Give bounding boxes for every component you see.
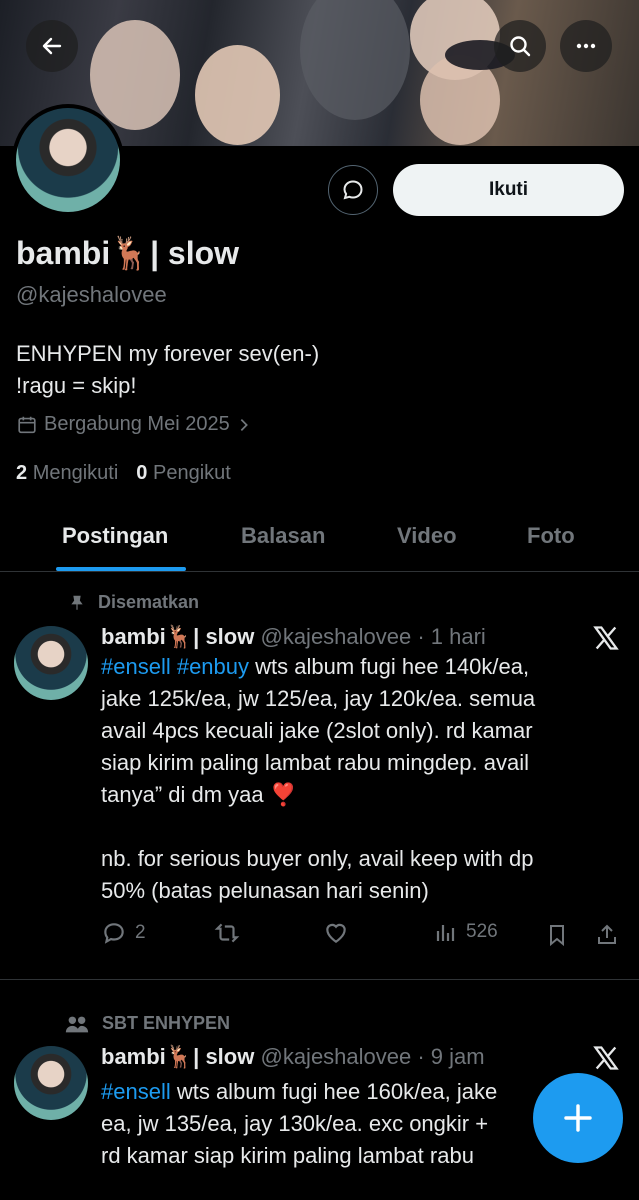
arrow-left-icon	[42, 37, 62, 55]
bio-line: !ragu = skip!	[16, 373, 137, 398]
follow-button[interactable]: Ikuti	[393, 164, 624, 216]
profile-tabs: Postingan Balasan Video Foto	[0, 505, 639, 572]
share-icon[interactable]	[595, 922, 619, 948]
tab-video[interactable]: Video	[397, 523, 457, 549]
more-dots-icon	[576, 43, 596, 49]
post-text: #ensell #enbuy wts album fugi hee 140k/e…	[101, 654, 536, 903]
post-header: bambi🦌| slow @kajeshalovee · 9 jam	[101, 1044, 485, 1070]
more-button[interactable]	[560, 20, 612, 72]
follow-counts: 2 Mengikuti 0 Pengikut	[16, 462, 231, 485]
active-tab-indicator	[56, 567, 186, 571]
context-label: Disematkan	[98, 592, 200, 612]
post-header: bambi🦌| slow @kajeshalovee · 1 hari	[101, 624, 486, 650]
plus-icon	[564, 1104, 592, 1132]
compose-button[interactable]	[533, 1073, 623, 1163]
post-avatar[interactable]	[14, 626, 88, 700]
post-handle-time: @kajeshalovee · 9 jam	[260, 1044, 485, 1069]
search-icon	[510, 36, 531, 57]
x-logo-icon[interactable]	[592, 1044, 620, 1072]
tab-replies[interactable]: Balasan	[241, 523, 325, 549]
joined-label: Bergabung Mei 2025	[44, 413, 230, 435]
tab-posts[interactable]: Postingan	[62, 523, 168, 549]
post-divider	[0, 979, 639, 980]
profile-bio: ENHYPEN my forever sev(en-) !ragu = skip…	[16, 338, 319, 402]
reply-icon	[104, 923, 124, 944]
post-handle-time: @kajeshalovee · 1 hari	[260, 624, 486, 649]
pinned-context: Disematkan	[64, 592, 199, 613]
like-button[interactable]	[323, 920, 357, 946]
followers-link[interactable]: 0 Pengikut	[136, 462, 231, 485]
pin-icon	[71, 595, 83, 610]
post-actions: 2 526	[101, 920, 621, 950]
reply-count: 2	[135, 922, 146, 943]
message-button[interactable]	[328, 165, 378, 215]
post-author[interactable]: bambi🦌| slow	[101, 624, 254, 649]
chat-bubble-icon	[343, 180, 363, 200]
search-button[interactable]	[494, 20, 546, 72]
chevron-right-icon	[240, 418, 248, 431]
hashtags[interactable]: #ensell	[101, 1079, 171, 1104]
profile-handle: @kajeshalovee	[16, 282, 167, 307]
bar-chart-icon	[436, 925, 455, 941]
views-button[interactable]: 526	[434, 920, 498, 944]
community-context: SBT ENHYPEN	[64, 1013, 230, 1034]
people-icon	[65, 1016, 89, 1032]
view-count: 526	[466, 921, 498, 942]
back-button[interactable]	[26, 20, 78, 72]
calendar-icon	[18, 416, 36, 433]
heart-icon	[326, 923, 346, 943]
post-text: #ensell wts album fugi hee 160k/ea, jake…	[101, 1079, 498, 1168]
post-avatar[interactable]	[14, 1046, 88, 1120]
bio-line: ENHYPEN my forever sev(en-)	[16, 341, 320, 366]
hashtags[interactable]: #ensell #enbuy	[101, 654, 249, 679]
profile-avatar[interactable]	[12, 104, 124, 216]
tab-photos[interactable]: Foto	[527, 523, 575, 549]
post-author[interactable]: bambi🦌| slow	[101, 1044, 254, 1069]
bookmark-icon[interactable]	[545, 922, 569, 948]
repost-button[interactable]	[213, 920, 249, 946]
repost-icon	[214, 923, 240, 943]
joined-date[interactable]: Bergabung Mei 2025	[16, 413, 252, 436]
following-link[interactable]: 2 Mengikuti	[16, 462, 118, 485]
reply-button[interactable]: 2	[101, 920, 146, 946]
x-logo-icon[interactable]	[592, 624, 620, 652]
profile-name: bambi🦌| slow	[16, 235, 240, 271]
context-label: SBT ENHYPEN	[102, 1013, 231, 1033]
